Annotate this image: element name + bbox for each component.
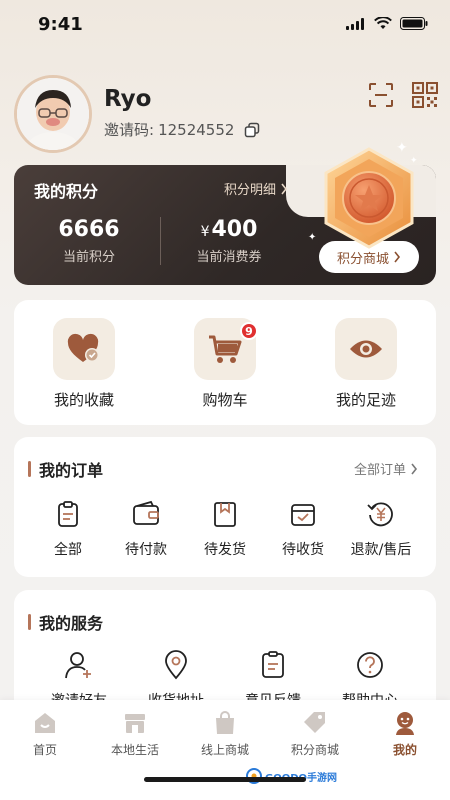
signal-icon xyxy=(346,17,364,30)
section-accent-bar xyxy=(28,461,31,477)
sparkle-icon: ✦ xyxy=(308,232,317,243)
nav-local-life[interactable]: 本地生活 xyxy=(90,710,180,758)
cart-icon xyxy=(209,335,242,363)
favorites-button[interactable]: 我的收藏 xyxy=(24,318,144,410)
voucher-value: 400 xyxy=(211,217,258,242)
all-orders-label: 全部订单 xyxy=(353,463,406,478)
profile-icon xyxy=(396,712,414,735)
qr-code-icon[interactable] xyxy=(410,80,440,110)
copy-icon[interactable] xyxy=(244,122,260,138)
package-icon xyxy=(214,502,236,527)
username: Ryo xyxy=(104,86,152,112)
chevron-right-icon xyxy=(411,463,418,474)
home-indicator xyxy=(144,777,306,782)
order-label: 待发货 xyxy=(204,542,246,558)
order-label: 退款/售后 xyxy=(350,542,412,558)
quick-label: 我的收藏 xyxy=(53,391,114,409)
quick-label: 我的足迹 xyxy=(335,391,396,409)
box-check-icon xyxy=(291,504,315,526)
all-orders-link[interactable]: 全部订单 xyxy=(354,459,418,478)
order-refund-button[interactable]: 退款/售后 xyxy=(342,499,420,559)
tag-icon xyxy=(304,712,325,733)
orders-title: 我的订单 xyxy=(39,461,104,480)
cart-icon-box: 9 xyxy=(194,318,258,380)
nav-points-mall[interactable]: 积分商城 xyxy=(270,710,360,758)
chevron-right-icon xyxy=(281,183,288,194)
nav-label: 首页 xyxy=(32,743,57,757)
avatar[interactable] xyxy=(14,75,92,153)
shop-icon xyxy=(125,714,145,733)
cart-badge: 9 xyxy=(240,322,258,340)
services-header: 我的服务 xyxy=(28,610,103,634)
invite-code-row: 邀请码: 12524552 xyxy=(104,119,260,140)
status-time: 9:41 xyxy=(38,14,83,35)
order-to-ship-button[interactable]: 待发货 xyxy=(186,499,264,559)
feedback-icon xyxy=(262,651,284,678)
wallet-icon xyxy=(133,500,159,525)
clipboard-icon xyxy=(58,501,78,527)
sparkle-icon: ✦ xyxy=(410,156,418,166)
nav-label: 积分商城 xyxy=(290,743,339,757)
orders-header: 我的订单 xyxy=(28,457,103,481)
footprint-button[interactable]: 我的足迹 xyxy=(306,318,426,410)
battery-icon xyxy=(400,17,428,30)
medal-icon xyxy=(324,147,414,249)
footprint-icon-box xyxy=(335,318,397,380)
order-to-receive-button[interactable]: 待收货 xyxy=(264,499,342,559)
help-icon xyxy=(357,652,383,678)
section-accent-bar xyxy=(28,614,31,630)
nav-online-mall[interactable]: 线上商城 xyxy=(180,710,270,758)
scan-icon[interactable] xyxy=(366,80,396,110)
voucher-label: 当前消费券 xyxy=(196,250,262,265)
nav-label: 线上商城 xyxy=(200,743,249,757)
cart-button[interactable]: 9 购物车 xyxy=(165,318,285,410)
status-icons xyxy=(346,17,428,30)
order-label: 全部 xyxy=(54,542,82,558)
services-title: 我的服务 xyxy=(39,614,104,633)
wifi-icon xyxy=(374,17,392,29)
order-all-button[interactable]: 全部 xyxy=(29,499,107,559)
voucher-value-wrap: ¥400 xyxy=(154,217,304,242)
status-bar: 9:41 xyxy=(0,0,450,50)
home-icon xyxy=(35,713,55,733)
favorites-icon-box xyxy=(53,318,115,380)
orders-card: 我的订单 全部订单 全部 待付款 待发货 待收货 退款/售后 xyxy=(14,437,436,577)
location-icon xyxy=(165,650,187,680)
chevron-right-icon xyxy=(394,251,401,263)
points-title: 我的积分 xyxy=(34,182,99,201)
order-label: 待收货 xyxy=(282,542,324,558)
bottom-nav: 首页 本地生活 线上商城 积分商城 我的 xyxy=(0,700,450,800)
nav-label: 我的 xyxy=(392,743,417,757)
refund-icon xyxy=(367,502,393,527)
avatar-image xyxy=(17,78,89,150)
order-label: 待付款 xyxy=(125,542,167,558)
nav-home[interactable]: 首页 xyxy=(0,710,90,758)
nav-profile[interactable]: 我的 xyxy=(360,710,450,758)
current-points-label: 当前积分 xyxy=(62,250,115,265)
current-points-value: 6666 xyxy=(58,217,120,242)
bag-icon xyxy=(216,711,234,734)
nav-label: 本地生活 xyxy=(110,743,159,757)
heart-check-icon xyxy=(67,333,99,362)
sparkle-icon: ✦ xyxy=(396,140,408,156)
user-add-icon xyxy=(65,652,91,679)
invite-code: 12524552 xyxy=(158,120,235,139)
quick-label: 购物车 xyxy=(202,391,248,409)
voucher-currency: ¥ xyxy=(200,224,210,240)
invite-label: 邀请码: xyxy=(104,121,155,139)
points-detail-label: 积分明细 xyxy=(224,183,277,198)
order-unpaid-button[interactable]: 待付款 xyxy=(107,499,185,559)
eye-icon xyxy=(350,340,382,358)
quick-actions-card: 我的收藏 9 购物车 我的足迹 xyxy=(14,300,436,425)
points-detail-link[interactable]: 积分明细 xyxy=(224,179,288,198)
